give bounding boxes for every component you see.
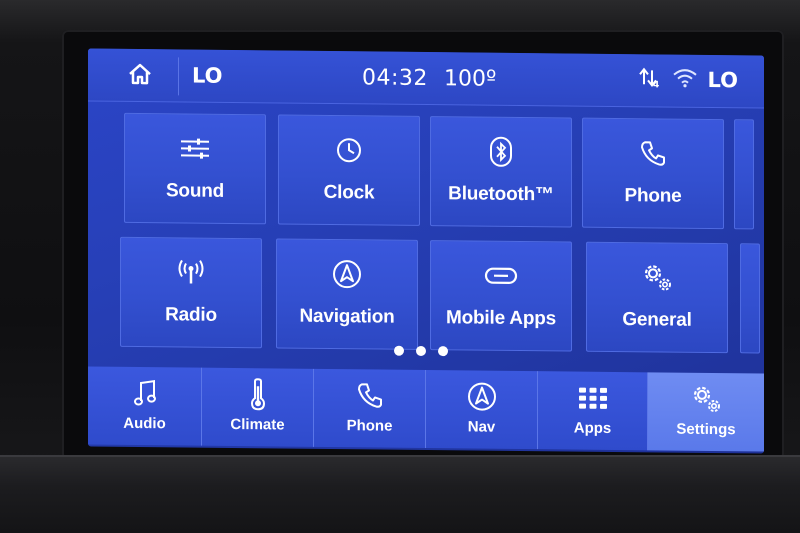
passenger-temp-setting[interactable]: LO [708,68,739,92]
sliders-icon [125,130,265,167]
nav-settings[interactable]: Settings [648,372,764,452]
phone-icon [583,135,723,172]
tile-next-partial[interactable] [734,119,754,230]
infotainment-screen: LO 04:32 100º 4 LO Sound Clock Bluetooth… [88,48,764,454]
link-icon [431,257,571,294]
status-icons: 4 LO [638,66,739,93]
gears-icon [648,382,764,415]
tile-label: Clock [323,181,375,204]
page-dot[interactable] [438,346,448,357]
dashboard-trim [0,455,800,533]
tile-sound[interactable]: Sound [124,112,266,225]
outside-temperature: 100º [444,66,497,92]
nav-label: Audio [123,414,166,433]
tile-label: Bluetooth™ [448,183,554,206]
clock-icon [279,131,419,168]
nav-label: Apps [573,419,612,437]
phone-icon [314,379,425,412]
page-dot[interactable] [416,345,426,356]
nav-audio[interactable]: Audio [88,366,202,446]
wifi-icon [672,68,698,92]
nav-label: Settings [676,420,736,439]
tile-label: Sound [165,180,225,202]
music-note-icon [88,376,201,409]
page-dot[interactable] [394,345,404,356]
tile-bluetooth[interactable]: Bluetooth™ [430,116,572,228]
tile-label: Navigation [299,305,395,328]
tile-clock[interactable]: Clock [278,114,420,226]
nav-apps[interactable]: Apps [538,371,648,451]
status-bar: LO 04:32 100º 4 LO [88,48,764,109]
nav-label: Phone [346,417,393,435]
nav-label: Nav [467,418,496,436]
tile-general[interactable]: General [586,241,728,354]
tile-label: Phone [624,185,682,207]
home-icon [127,62,153,90]
gears-icon [587,259,727,296]
bottom-nav-bar: Audio Climate Phone Nav Apps Settings [88,366,764,453]
nav-label: Climate [230,415,285,434]
svg-text:4: 4 [653,80,659,90]
nav-phone[interactable]: Phone [314,368,426,448]
tile-mobile-apps[interactable]: Mobile Apps [430,240,572,352]
settings-tiles-grid: Sound Clock Bluetooth™ Phone Radio Navig… [88,106,764,354]
tile-label: Mobile Apps [445,307,557,330]
antenna-icon [121,254,261,291]
driver-temp-setting[interactable]: LO [192,64,223,88]
navigation-icon [277,255,417,292]
tile-next-partial[interactable] [740,243,760,354]
tile-phone[interactable]: Phone [582,117,724,230]
tile-navigation[interactable]: Navigation [276,238,418,350]
apps-grid-icon [538,381,647,414]
tile-radio[interactable]: Radio [120,236,262,349]
bluetooth-icon [431,133,571,170]
home-button[interactable] [102,56,179,96]
tile-label: Radio [165,304,217,326]
nav-nav[interactable]: Nav [426,370,538,450]
data-transfer-icon: 4 [638,66,662,92]
page-indicator[interactable] [394,345,448,357]
thermometer-icon [202,378,313,411]
tile-label: General [622,309,692,331]
navigation-icon [426,380,537,413]
clock-time: 04:32 [362,65,428,92]
nav-climate[interactable]: Climate [202,367,314,447]
